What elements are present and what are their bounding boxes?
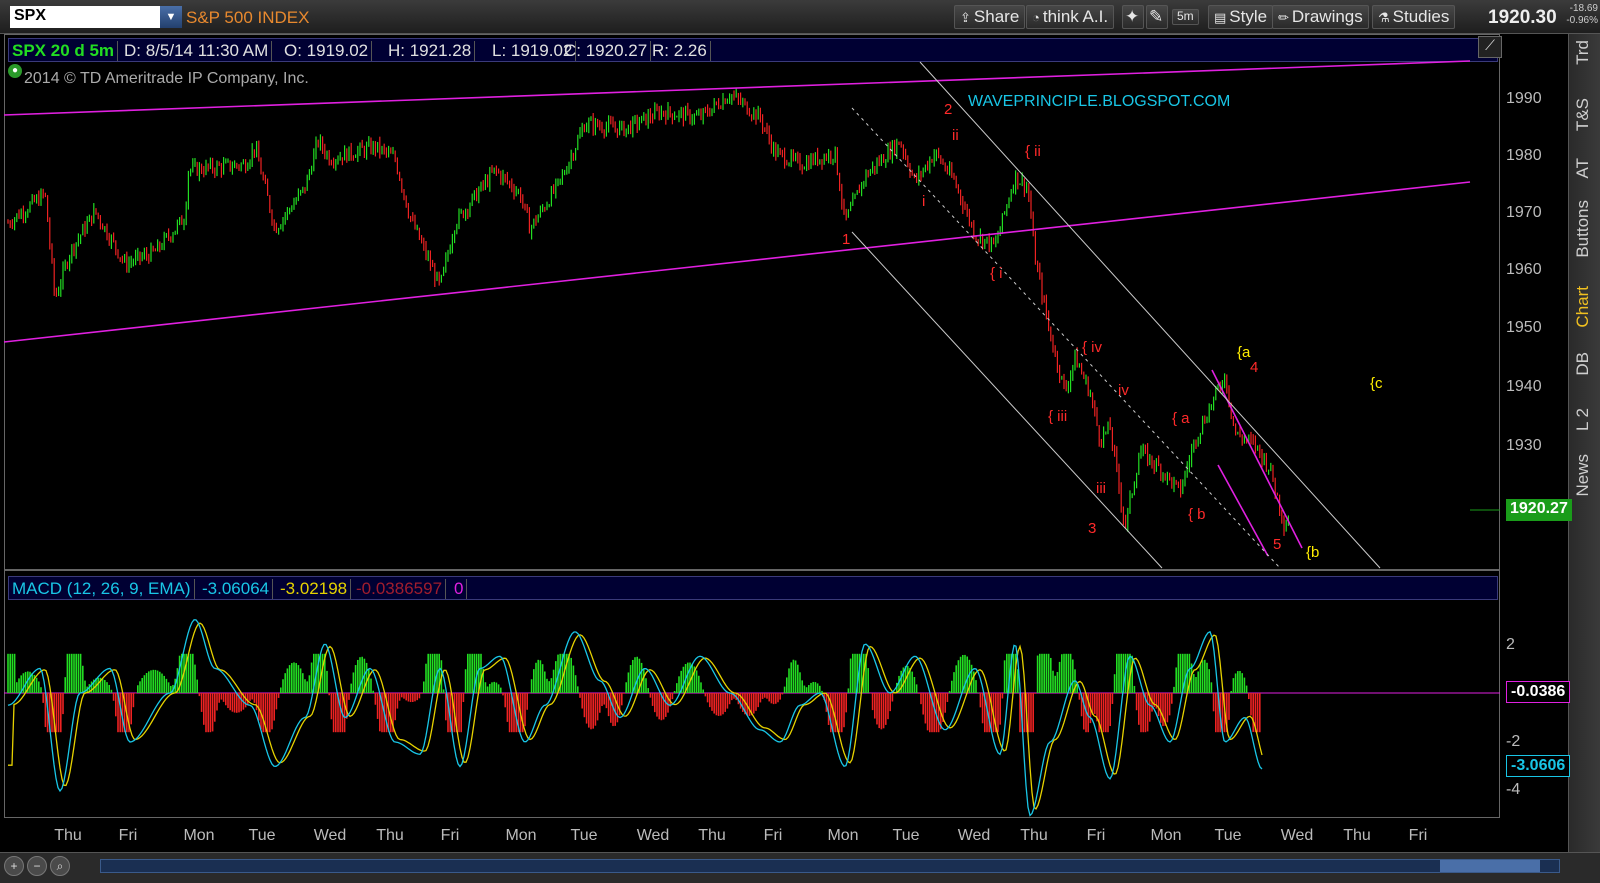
upper-trendline (3, 60, 1471, 116)
x-tick: Mon (505, 827, 537, 844)
magnifier-button[interactable]: ⌕ (50, 856, 70, 876)
zoom-out-button[interactable]: − (27, 856, 47, 876)
wave-label: 1 (842, 231, 850, 248)
x-tick: Tue (570, 827, 598, 844)
x-tick: Thu (1343, 827, 1371, 844)
x-tick: Wed (313, 827, 347, 844)
x-tick: Thu (1020, 827, 1048, 844)
x-tick: Wed (636, 827, 670, 844)
x-tick: Tue (1214, 827, 1242, 844)
zoom-out-icon: − (33, 859, 41, 873)
x-tick: Thu (54, 827, 82, 844)
x-tick: Wed (1280, 827, 1314, 844)
x-tick: Fri (440, 827, 460, 844)
x-tick: Fri (1086, 827, 1106, 844)
wave-label: {b (1306, 544, 1319, 561)
x-tick: Tue (892, 827, 920, 844)
x-tick: Fri (763, 827, 783, 844)
x-tick: Thu (376, 827, 404, 844)
lower-trendline (3, 181, 1471, 343)
zoom-in-button[interactable]: + (4, 856, 24, 876)
wave-label: { b (1188, 506, 1206, 523)
time-scrollbar[interactable] (100, 859, 1560, 873)
parallel-upper-line (919, 61, 1381, 569)
wave-label: 3 (1088, 520, 1096, 537)
chart-canvas: 12345iiiiiiiv{ i{ ii{ iii{ iv{ a{ b{a{b{… (3, 60, 1500, 817)
x-tick: Thu (698, 827, 726, 844)
macd-line (7, 619, 1263, 817)
x-tick: Fri (118, 827, 138, 844)
x-tick: Fri (1408, 827, 1428, 844)
wave-label: 2 (944, 101, 952, 118)
wedge-lower-line (1217, 464, 1269, 557)
wave-label: iii (1096, 480, 1106, 497)
scrollbar-thumb[interactable] (1440, 860, 1540, 872)
x-tick: Wed (957, 827, 991, 844)
x-tick: Mon (183, 827, 215, 844)
wave-label: { a (1172, 410, 1190, 427)
wedge-upper-line (1211, 369, 1303, 549)
magnifier-icon: ⌕ (56, 859, 64, 873)
x-tick: Tue (248, 827, 276, 844)
x-tick: Mon (827, 827, 859, 844)
wave-label: { iv (1082, 339, 1103, 356)
wave-label: iv (1118, 382, 1129, 399)
wave-label: { i (990, 265, 1003, 282)
wave-label: ii (952, 127, 959, 144)
wave-label: { ii (1025, 143, 1041, 160)
wave-label: {a (1237, 344, 1251, 361)
wave-label: { iii (1048, 408, 1067, 425)
wave-label: {c (1370, 375, 1383, 392)
wave-label: i (922, 193, 925, 210)
macd-average-line (8, 622, 1263, 810)
watermark: WAVEPRINCIPLE.BLOGSPOT.COM (968, 93, 1231, 110)
parallel-lower-line (851, 231, 1163, 569)
zoom-in-icon: + (10, 859, 18, 873)
wave-label: 4 (1250, 359, 1258, 376)
parallel-mid-line (851, 107, 1281, 569)
x-tick: Mon (1150, 827, 1182, 844)
wave-label: 5 (1273, 536, 1281, 553)
